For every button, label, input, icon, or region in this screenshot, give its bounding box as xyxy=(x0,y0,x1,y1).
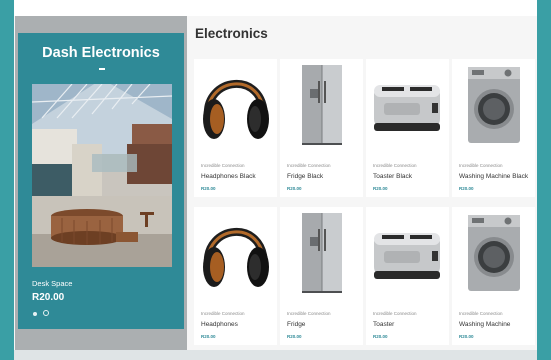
product-price: R20.00 xyxy=(373,186,388,191)
product-card-fridge-black[interactable]: Incredible Connection Fridge Black R20.0… xyxy=(280,59,363,197)
product-price: R20.00 xyxy=(201,186,216,191)
right-border xyxy=(537,0,551,360)
slider-dot-1[interactable] xyxy=(33,312,37,316)
title-divider xyxy=(99,68,105,70)
featured-title: Dash Electronics xyxy=(42,45,160,61)
product-brand: Incredible Connection xyxy=(201,311,245,316)
slider-dot-2[interactable] xyxy=(43,310,49,316)
product-name[interactable]: Headphones xyxy=(201,321,238,328)
product-brand: Incredible Connection xyxy=(459,163,503,168)
toaster-icon xyxy=(366,207,449,295)
product-brand: Incredible Connection xyxy=(201,163,245,168)
product-card-toaster-black[interactable]: Incredible Connection Toaster Black R20.… xyxy=(366,59,449,197)
product-name[interactable]: Toaster xyxy=(373,321,394,328)
product-card-washing-machine-black[interactable]: Incredible Connection Washing Machine Bl… xyxy=(452,59,535,197)
fridge-icon xyxy=(280,207,363,295)
product-name[interactable]: Headphones Black xyxy=(201,173,256,180)
featured-slider[interactable]: Dash Electronics Desk Space R20.00 xyxy=(18,33,184,329)
product-card-fridge[interactable]: Incredible Connection Fridge R20.00 xyxy=(280,207,363,345)
product-grid: Incredible Connection Headphones Black R… xyxy=(194,59,535,349)
product-brand: Incredible Connection xyxy=(287,311,331,316)
product-card-headphones-black[interactable]: Incredible Connection Headphones Black R… xyxy=(194,59,277,197)
product-name[interactable]: Washing Machine xyxy=(459,321,510,328)
product-price: R20.00 xyxy=(459,186,474,191)
page: Dash Electronics Desk Space R20.00 Elect… xyxy=(14,0,537,350)
product-name[interactable]: Toaster Black xyxy=(373,173,412,180)
washing-machine-icon xyxy=(452,207,535,295)
washing-machine-icon xyxy=(452,59,535,147)
product-price: R20.00 xyxy=(287,334,302,339)
left-border xyxy=(0,0,14,360)
product-name[interactable]: Fridge xyxy=(287,321,305,328)
section-title: Electronics xyxy=(195,26,268,41)
product-brand: Incredible Connection xyxy=(373,311,417,316)
featured-item-price: R20.00 xyxy=(32,292,65,303)
product-brand: Incredible Connection xyxy=(459,311,503,316)
headphones-icon xyxy=(194,59,277,147)
toaster-icon xyxy=(366,59,449,147)
product-card-toaster[interactable]: Incredible Connection Toaster R20.00 xyxy=(366,207,449,345)
product-price: R20.00 xyxy=(287,186,302,191)
top-band xyxy=(14,0,537,16)
product-price: R20.00 xyxy=(459,334,474,339)
product-card-washing-machine[interactable]: Incredible Connection Washing Machine R2… xyxy=(452,207,535,345)
mall-photo xyxy=(32,84,172,267)
featured-item-name[interactable]: Desk Space xyxy=(32,279,72,288)
product-price: R20.00 xyxy=(373,334,388,339)
featured-image[interactable] xyxy=(32,84,172,267)
fridge-icon xyxy=(280,59,363,147)
bottom-strip xyxy=(14,350,537,360)
headphones-icon xyxy=(194,207,277,295)
product-name[interactable]: Washing Machine Black xyxy=(459,173,528,180)
product-card-headphones[interactable]: Incredible Connection Headphones R20.00 xyxy=(194,207,277,345)
product-brand: Incredible Connection xyxy=(287,163,331,168)
product-price: R20.00 xyxy=(201,334,216,339)
product-brand: Incredible Connection xyxy=(373,163,417,168)
product-name[interactable]: Fridge Black xyxy=(287,173,323,180)
